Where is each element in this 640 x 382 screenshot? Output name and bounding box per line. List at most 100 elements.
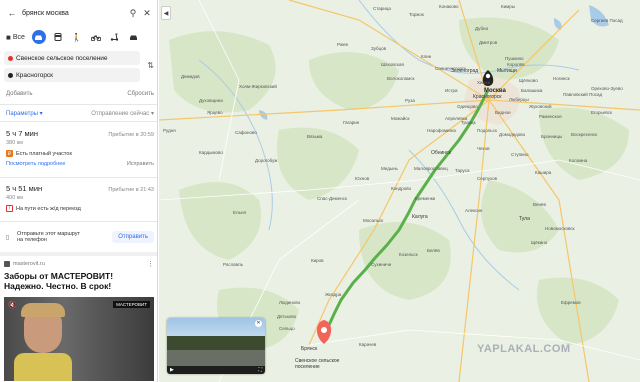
send-text-line2: на телефон xyxy=(17,237,47,243)
route-panel: ← брянск москва ⚲ ✕ ■ Все 🚶 Свенское сел… xyxy=(0,0,158,382)
map-label: Солнечногорск xyxy=(435,66,467,71)
divider xyxy=(0,104,157,105)
params-label: Параметры xyxy=(6,111,38,117)
scooter-icon[interactable] xyxy=(108,30,122,44)
map-label: Домодедово xyxy=(499,132,526,137)
map-label: Павловский Посад xyxy=(563,92,603,97)
route-arrival: Прибытие в 21:43 xyxy=(108,187,154,193)
close-icon[interactable]: ✕ xyxy=(140,8,154,19)
map-label: Королёв xyxy=(507,62,525,67)
route-time: 5 ч 7 мин xyxy=(6,129,38,138)
map-label: Сельцо xyxy=(279,326,295,331)
add-point-link[interactable]: Добавить xyxy=(6,91,33,97)
street-view-thumbnail[interactable]: ✕ ▶ ⛶ xyxy=(167,318,265,374)
bus-icon[interactable] xyxy=(51,30,65,44)
divider xyxy=(0,121,157,122)
map-label: Юхнов xyxy=(355,176,370,181)
collapse-panel-button[interactable]: ◀ xyxy=(161,6,171,20)
map-label: Кимры xyxy=(501,4,515,9)
map-label: Чехов xyxy=(477,146,490,151)
route-option-1[interactable]: 5 ч 7 мин Прибытие в 20:59 380 км ₽ Есть… xyxy=(6,129,154,167)
map-label: Старица xyxy=(373,6,391,11)
map-label: Дорогобуж xyxy=(255,158,278,163)
origin-field[interactable]: Свенское сельское поселение xyxy=(4,51,140,65)
mode-all-label: Все xyxy=(12,33,25,41)
map-label: Можайск xyxy=(391,116,410,121)
map-label: Сергиев Посад xyxy=(591,18,623,23)
walk-icon[interactable]: 🚶 xyxy=(70,30,84,44)
route-time: 5 ч 51 мин xyxy=(6,184,43,193)
map-label: Дятьково xyxy=(277,314,297,319)
map-label: Карачев xyxy=(359,342,377,347)
close-icon[interactable]: ✕ xyxy=(255,320,262,327)
params-link[interactable]: Параметры ▾ xyxy=(6,110,43,117)
origin-dot-icon xyxy=(8,56,13,61)
map-label: Гагарин xyxy=(343,120,360,125)
swap-icon[interactable]: ⇅ xyxy=(147,61,154,70)
departure-setting[interactable]: Отправление сейчас ▾ xyxy=(91,110,154,117)
departure-label: Отправление сейчас xyxy=(91,111,150,117)
mode-all[interactable]: ■ Все xyxy=(4,30,27,44)
map-label: Жиздра xyxy=(325,292,342,297)
mute-icon[interactable]: 🔇 xyxy=(8,301,17,309)
ad-headline[interactable]: Заборы от МАСТЕРОВИТ! Надежно. Честно. В … xyxy=(4,271,154,291)
phone-icon: ▯ xyxy=(6,234,10,241)
map-label: Сафоново xyxy=(235,130,257,135)
search-icon[interactable]: ⚲ xyxy=(126,8,140,19)
map-label: Клин xyxy=(421,54,432,59)
back-arrow-icon[interactable]: ← xyxy=(4,8,20,18)
taxi-icon[interactable] xyxy=(127,30,141,44)
details-link[interactable]: Посмотреть подробнее xyxy=(6,161,65,167)
route-option-2[interactable]: 5 ч 51 мин Прибытие в 21:43 400 км ! На … xyxy=(6,184,154,212)
map-label: Видное xyxy=(495,110,511,115)
map-label: Дубна xyxy=(475,26,489,31)
car-icon[interactable] xyxy=(31,30,46,44)
video-person-shirt xyxy=(14,353,72,381)
bicycle-icon[interactable] xyxy=(89,30,103,44)
map-label: Нарофоминск xyxy=(427,128,457,133)
map-label: Тула xyxy=(519,216,530,222)
more-icon[interactable]: ⋮ xyxy=(147,260,154,268)
map-label: Люберцы xyxy=(509,97,529,102)
route-params: Параметры ▾ Отправление сейчас ▾ xyxy=(6,110,154,117)
route-note-text: На пути есть ж/д переезд xyxy=(16,205,81,212)
map-label: Таруса xyxy=(455,168,470,173)
map-label: Ельня xyxy=(233,210,246,215)
multimodal-icon: ■ xyxy=(6,32,11,42)
fullscreen-icon[interactable]: ⛶ xyxy=(258,367,262,373)
map-label: Кременки xyxy=(415,196,436,201)
reset-link[interactable]: Сбросить xyxy=(127,91,154,97)
divider xyxy=(0,221,157,222)
destination-field[interactable]: Красногорск xyxy=(4,68,140,82)
map-label: Бронницы xyxy=(541,134,563,139)
map-label: Конаково xyxy=(439,4,459,9)
route-distance: 380 км xyxy=(6,140,23,146)
search-input[interactable]: брянск москва xyxy=(20,10,126,17)
map-label: Ржев xyxy=(337,42,348,47)
map-label: Ярцево xyxy=(207,110,223,115)
ad-video[interactable]: 🔇 МАСТЕРОВИТ xyxy=(4,297,154,381)
map-label: Обнинск xyxy=(431,150,451,156)
destination-dot-icon xyxy=(8,73,13,78)
send-text-line1: Отправьте этот маршрут xyxy=(17,230,81,237)
map-label: Истра xyxy=(445,88,458,93)
map-canvas[interactable]: ◀ Старица Конаково Сергиев Посад Кимры З… xyxy=(159,0,640,382)
map-label: Пушкино xyxy=(505,56,524,61)
route-distance: 400 км xyxy=(6,195,23,201)
map-label: Жуковский xyxy=(529,104,552,109)
site-favicon-icon xyxy=(4,261,10,267)
map-label: Ногинск xyxy=(553,76,570,81)
map-label: Рудня xyxy=(163,128,176,133)
ad-source: masterovit.ru ⋮ xyxy=(4,260,154,268)
play-icon[interactable]: ▶ xyxy=(170,367,174,373)
map-label: Москва xyxy=(484,88,506,94)
ad-block[interactable]: masterovit.ru ⋮ Заборы от МАСТЕРОВИТ! Над… xyxy=(4,260,154,381)
map-label: Демидов xyxy=(181,74,200,79)
route-note-text: Есть платный участок xyxy=(16,150,72,157)
map-label: Сухиничи xyxy=(371,262,392,267)
fix-link[interactable]: Исправить xyxy=(127,161,154,167)
map-label: Троицк xyxy=(461,120,476,125)
chevron-down-icon: ▾ xyxy=(39,111,43,117)
send-button[interactable]: Отправить xyxy=(112,231,154,243)
map-label: Кардымово xyxy=(199,150,223,155)
